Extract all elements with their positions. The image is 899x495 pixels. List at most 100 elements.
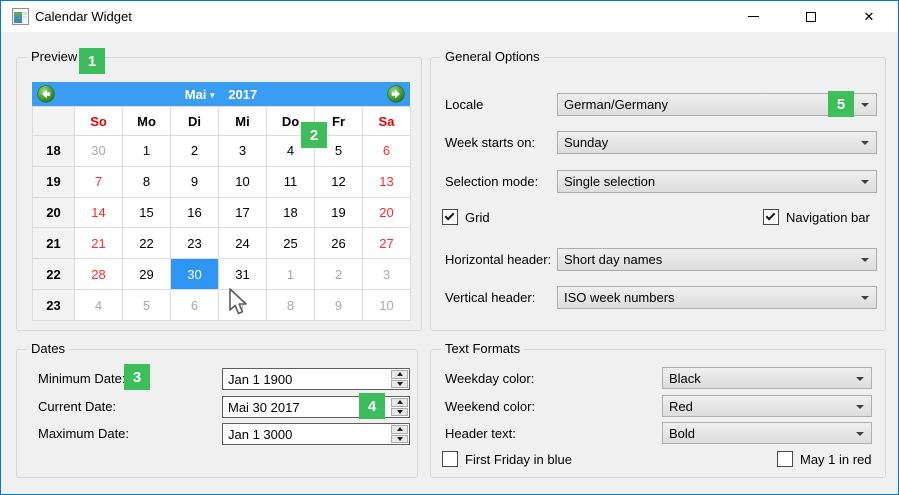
calendar-day-cell[interactable]: 6 bbox=[171, 290, 219, 321]
calendar-day-cell[interactable]: 23 bbox=[171, 228, 219, 259]
navigation-bar-checkbox[interactable] bbox=[763, 209, 779, 225]
header-text-combobox[interactable]: Bold bbox=[662, 422, 872, 444]
general-options-group-label: General Options bbox=[441, 49, 544, 64]
may1-checkbox[interactable] bbox=[777, 451, 793, 467]
annotation-badge-5: 5 bbox=[828, 91, 854, 117]
calendar-day-cell[interactable]: 30 bbox=[75, 136, 123, 167]
calendar-day-cell[interactable]: 14 bbox=[75, 198, 123, 229]
calendar-day-cell[interactable]: 15 bbox=[123, 198, 171, 229]
current-date-down-button[interactable] bbox=[391, 408, 408, 417]
calendar-day-cell[interactable]: 17 bbox=[219, 198, 267, 229]
calendar-day-cell[interactable]: 10 bbox=[363, 290, 411, 321]
chevron-down-icon bbox=[861, 103, 869, 107]
vertical-header-value: ISO week numbers bbox=[564, 290, 675, 305]
general-options-group: General Options Locale German/Germany We… bbox=[430, 57, 886, 331]
current-date-up-button[interactable] bbox=[391, 398, 408, 407]
maximum-date-spinbox[interactable]: Jan 1 3000 bbox=[222, 423, 410, 445]
calendar-day-cell[interactable]: 3 bbox=[363, 259, 411, 290]
calendar-day-cell[interactable]: 9 bbox=[315, 290, 363, 321]
calendar-day-cell[interactable]: 16 bbox=[171, 198, 219, 229]
annotation-badge-1: 1 bbox=[79, 48, 105, 74]
minimize-button[interactable] bbox=[724, 1, 782, 32]
calendar-day-cell[interactable]: 2 bbox=[171, 136, 219, 167]
minimum-date-value: Jan 1 1900 bbox=[228, 372, 292, 387]
calendar-week-number: 22 bbox=[33, 259, 75, 290]
annotation-badge-4: 4 bbox=[359, 393, 385, 419]
selection-mode-value: Single selection bbox=[564, 174, 655, 189]
calendar-day-cell[interactable]: 13 bbox=[363, 167, 411, 198]
calendar-week-number: 19 bbox=[33, 167, 75, 198]
calendar-day-cell[interactable]: 10 bbox=[219, 167, 267, 198]
maximum-date-up-button[interactable] bbox=[391, 425, 408, 434]
calendar-day-cell[interactable]: 27 bbox=[363, 228, 411, 259]
close-button[interactable]: ✕ bbox=[840, 1, 898, 32]
calendar-day-header-mo: Mo bbox=[123, 107, 171, 136]
chevron-down-icon bbox=[861, 258, 869, 262]
week-starts-value: Sunday bbox=[564, 135, 608, 150]
month-label: Mai bbox=[185, 87, 207, 102]
calendar-day-cell[interactable]: 9 bbox=[171, 167, 219, 198]
vertical-header-label: Vertical header: bbox=[445, 286, 535, 309]
window-title: Calendar Widget bbox=[35, 1, 132, 32]
grid-checkbox[interactable] bbox=[442, 209, 458, 225]
next-month-button[interactable] bbox=[387, 85, 405, 103]
calendar-day-cell[interactable]: 29 bbox=[123, 259, 171, 290]
minimize-icon bbox=[748, 16, 759, 17]
calendar-day-cell[interactable]: 11 bbox=[267, 167, 315, 198]
maximize-button[interactable] bbox=[782, 1, 840, 32]
calendar-day-cell[interactable]: 25 bbox=[267, 228, 315, 259]
check-icon bbox=[445, 211, 455, 221]
calendar-day-cell[interactable]: 12 bbox=[315, 167, 363, 198]
calendar-day-cell[interactable]: 7 bbox=[75, 167, 123, 198]
calendar-day-cell[interactable]: 20 bbox=[363, 198, 411, 229]
calendar-day-cell[interactable]: 22 bbox=[123, 228, 171, 259]
horizontal-header-value: Short day names bbox=[564, 252, 662, 267]
minimum-date-spinbox[interactable]: Jan 1 1900 bbox=[222, 368, 410, 390]
calendar-widget: Mai ▼ 2017 SoMoDiMiDoFrSa183012345619789… bbox=[32, 82, 410, 320]
calendar-day-cell[interactable]: 8 bbox=[267, 290, 315, 321]
calendar-day-cell[interactable]: 18 bbox=[267, 198, 315, 229]
calendar-day-cell[interactable]: 6 bbox=[363, 136, 411, 167]
calendar-day-cell[interactable]: 24 bbox=[219, 228, 267, 259]
calendar-grid: SoMoDiMiDoFrSa18301234561978910111213201… bbox=[32, 106, 411, 321]
calendar-day-header-so: So bbox=[75, 107, 123, 136]
calendar-week-number: 20 bbox=[33, 198, 75, 229]
calendar-day-cell[interactable]: 21 bbox=[75, 228, 123, 259]
calendar-corner-cell bbox=[33, 107, 75, 136]
calendar-day-cell[interactable]: 2 bbox=[315, 259, 363, 290]
up-arrow-icon bbox=[397, 427, 403, 431]
maximum-date-down-button[interactable] bbox=[391, 435, 408, 444]
calendar-day-cell[interactable]: 8 bbox=[123, 167, 171, 198]
calendar-day-cell[interactable]: 1 bbox=[267, 259, 315, 290]
first-friday-checkbox[interactable] bbox=[442, 451, 458, 467]
vertical-header-combobox[interactable]: ISO week numbers bbox=[557, 286, 877, 309]
calendar-day-cell[interactable]: 19 bbox=[315, 198, 363, 229]
calendar-day-cell[interactable]: 30 bbox=[171, 259, 219, 290]
calendar-day-cell[interactable]: 4 bbox=[75, 290, 123, 321]
locale-value: German/Germany bbox=[564, 97, 668, 112]
weekday-color-combobox[interactable]: Black bbox=[662, 367, 872, 389]
horizontal-header-combobox[interactable]: Short day names bbox=[557, 248, 877, 271]
down-arrow-icon bbox=[397, 410, 403, 414]
selection-mode-combobox[interactable]: Single selection bbox=[557, 170, 877, 193]
week-starts-combobox[interactable]: Sunday bbox=[557, 131, 877, 154]
maximum-date-value: Jan 1 3000 bbox=[228, 427, 292, 442]
prev-month-button[interactable] bbox=[37, 85, 55, 103]
maximum-date-label: Maximum Date: bbox=[38, 422, 129, 445]
chevron-down-icon bbox=[861, 141, 869, 145]
calendar-day-cell[interactable]: 3 bbox=[219, 136, 267, 167]
calendar-day-cell[interactable]: 5 bbox=[123, 290, 171, 321]
month-year-button[interactable]: Mai ▼ 2017 bbox=[185, 87, 258, 102]
locale-label: Locale bbox=[445, 93, 483, 116]
calendar-day-cell[interactable]: 31 bbox=[219, 259, 267, 290]
calendar-day-cell[interactable]: 28 bbox=[75, 259, 123, 290]
calendar-day-cell[interactable]: 26 bbox=[315, 228, 363, 259]
weekend-color-combobox[interactable]: Red bbox=[662, 395, 872, 417]
minimum-date-up-button[interactable] bbox=[391, 370, 408, 379]
minimum-date-down-button[interactable] bbox=[391, 380, 408, 389]
up-arrow-icon bbox=[397, 372, 403, 376]
calendar-day-cell[interactable]: 1 bbox=[123, 136, 171, 167]
title-bar: Calendar Widget ✕ bbox=[1, 1, 898, 32]
down-arrow-icon bbox=[397, 382, 403, 386]
calendar-widget-window: Calendar Widget ✕ Preview Mai ▼ bbox=[0, 0, 899, 495]
